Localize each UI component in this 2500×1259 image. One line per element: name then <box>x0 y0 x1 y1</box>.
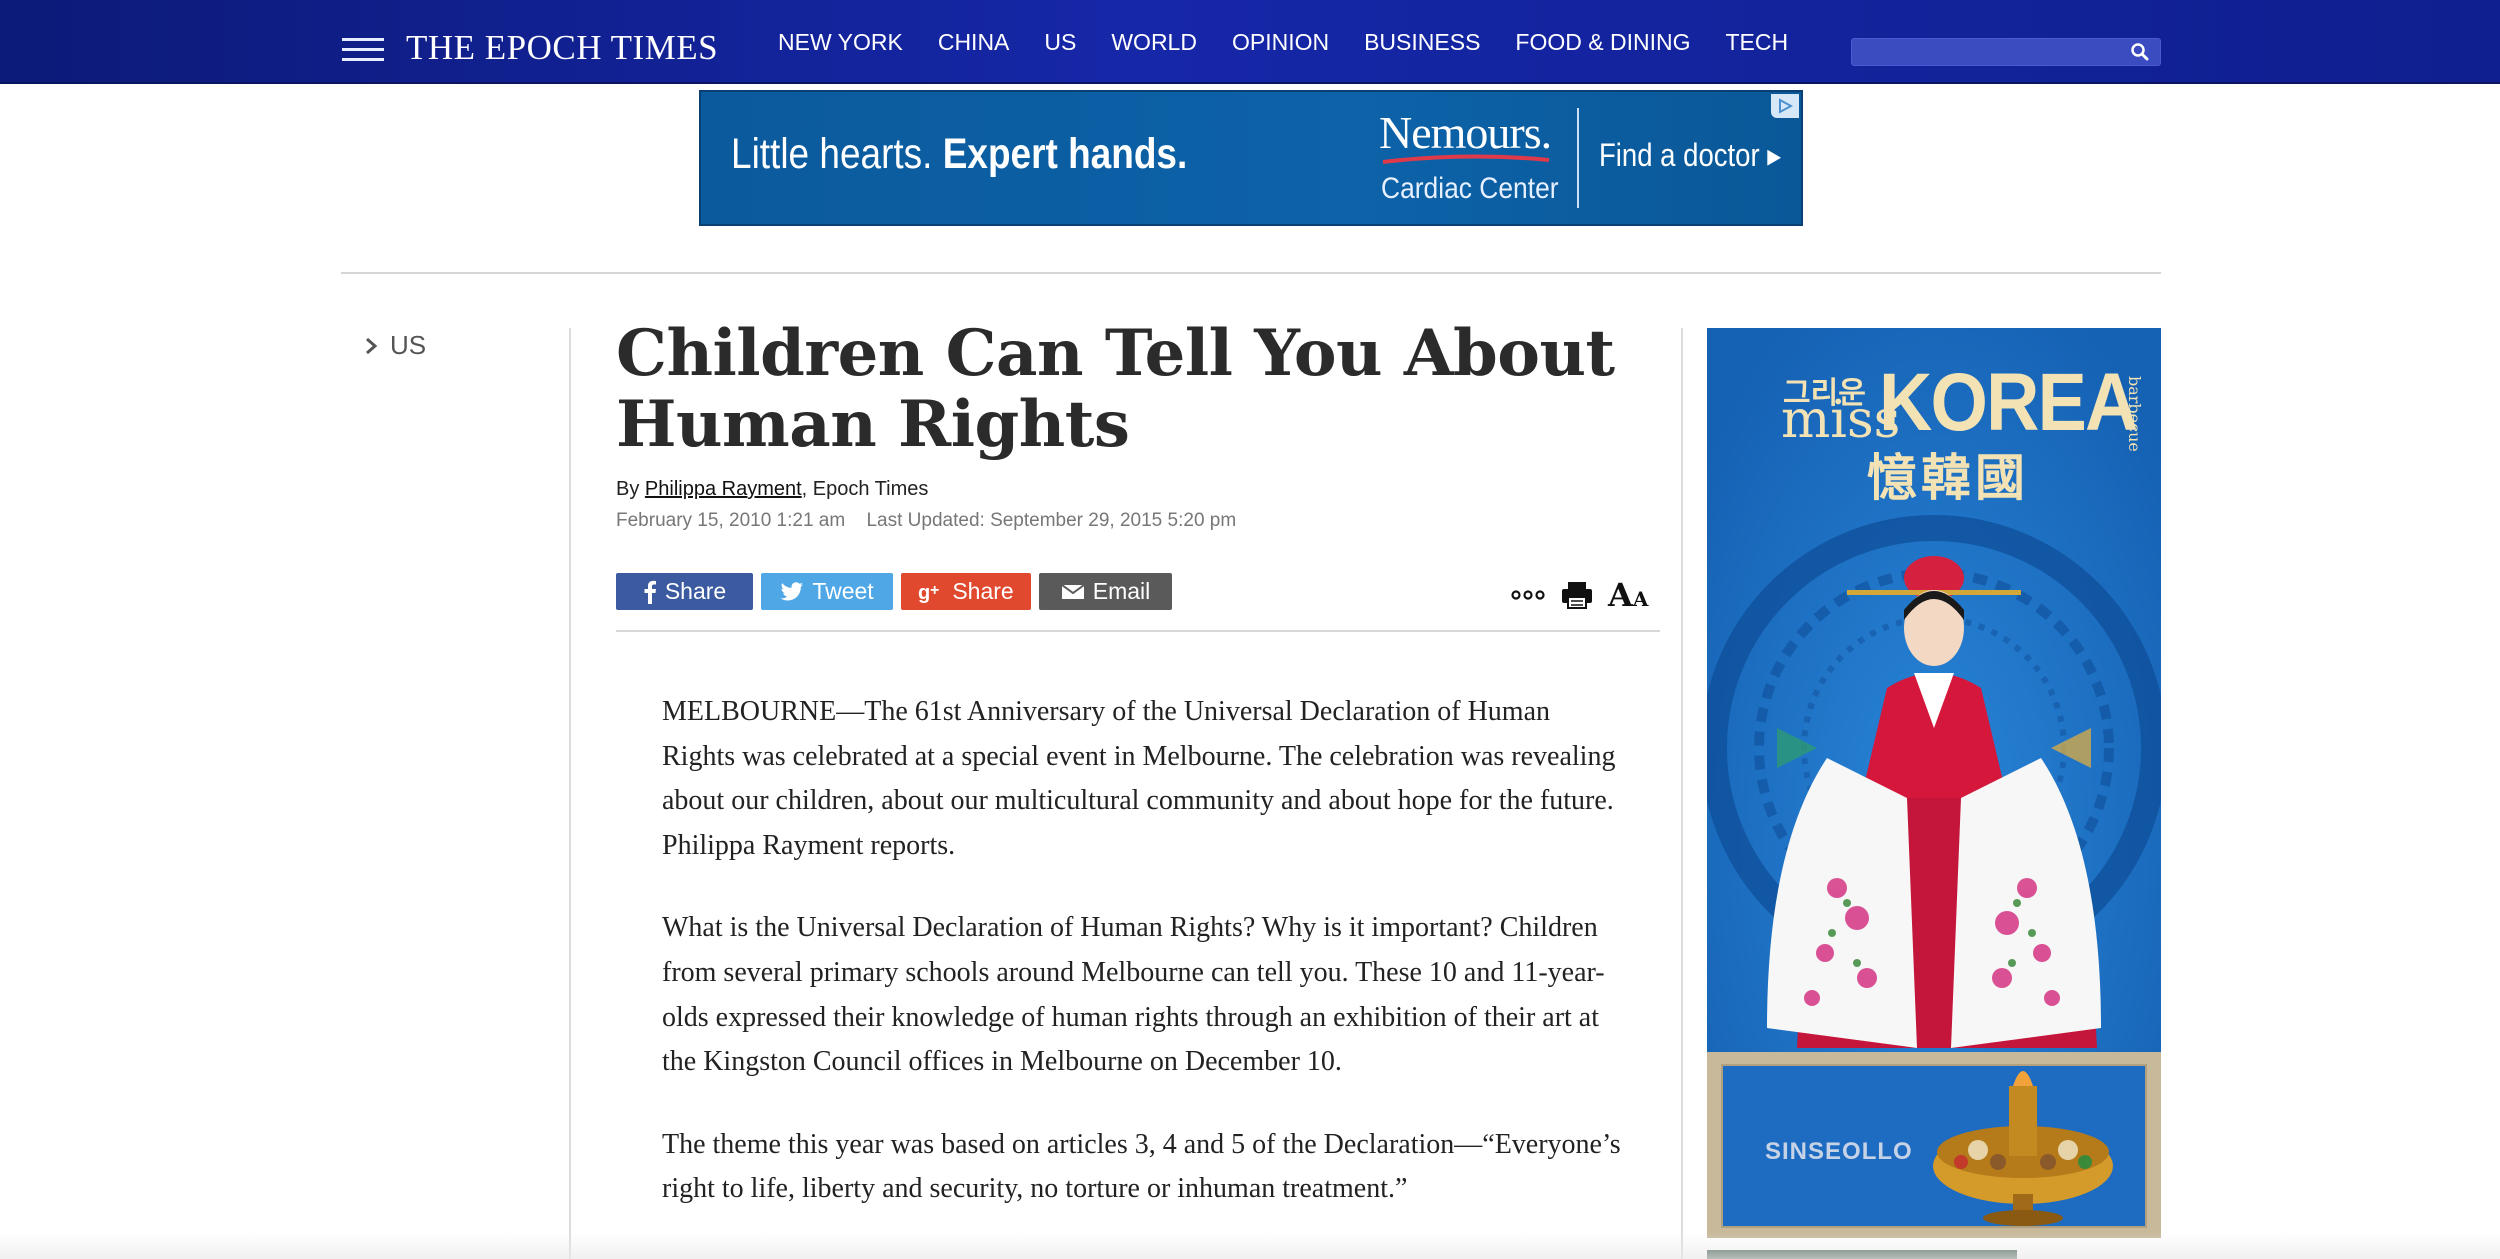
nav-item-business[interactable]: BUSINESS <box>1364 29 1480 56</box>
article-paragraph: What is the Universal Declaration of Hum… <box>662 912 1605 1078</box>
nav-item-us[interactable]: US <box>1044 29 1076 56</box>
ad-tagline-bold: Expert hands. <box>942 130 1188 178</box>
share-buttons: Share Tweet g + Share Email <box>616 573 1180 610</box>
ad-korea-text: KOREA <box>1879 357 2138 448</box>
ad-subtitle: Cardiac Center <box>1381 172 1559 205</box>
sidebar-ad-miss-korea[interactable]: 그리운 miss KOREA barbecue 憶韓國 SINSEOLLO <box>1707 328 2161 1238</box>
nav-item-world[interactable]: WORLD <box>1111 29 1197 56</box>
googleplus-share-button[interactable]: g + Share <box>901 573 1031 610</box>
article-dates: February 15, 2010 1:21 am Last Updated: … <box>616 510 1236 532</box>
share-divider <box>616 630 1660 632</box>
article-tools: AA <box>1510 576 1648 614</box>
updated-date: Last Updated: September 29, 2015 5:20 pm <box>866 510 1237 531</box>
ad-tagline: Little hearts. Expert hands. <box>731 130 1187 179</box>
googleplus-icon: g + <box>918 582 939 603</box>
author-link[interactable]: Philippa Rayment <box>645 478 802 500</box>
top-ad-banner[interactable]: Little hearts. Expert hands. Nemours. Ca… <box>699 90 1803 226</box>
twitter-tweet-button[interactable]: Tweet <box>761 573 893 610</box>
search-box <box>1851 38 2161 66</box>
main-nav: NEW YORK CHINA US WORLD OPINION BUSINESS… <box>778 0 1823 84</box>
font-size-large-icon: A <box>1608 576 1633 614</box>
ad-product-inner: SINSEOLLO <box>1721 1064 2147 1228</box>
email-share-button[interactable]: Email <box>1039 573 1172 610</box>
breadcrumb-label: US <box>390 330 427 360</box>
email-icon <box>1061 583 1085 599</box>
nav-item-tech[interactable]: TECH <box>1725 29 1788 56</box>
ad-choices-icon[interactable] <box>1771 94 1799 118</box>
top-navigation-bar: THE EPOCH TIMES NEW YORK CHINA US WORLD … <box>0 0 2500 84</box>
header-divider <box>341 272 2161 274</box>
font-size-small-icon: A <box>1632 587 1649 611</box>
twitter-icon <box>780 581 804 600</box>
ad-hanja-text: 憶韓國 <box>1867 449 2029 507</box>
nav-item-china[interactable]: CHINA <box>938 29 1010 56</box>
twitter-tweet-label: Tweet <box>812 578 874 604</box>
ad-cta-link[interactable]: Find a doctor ▸ <box>1599 136 1781 174</box>
more-options-icon[interactable] <box>1510 580 1546 610</box>
ad-divider <box>1577 108 1579 208</box>
nav-item-opinion[interactable]: OPINION <box>1232 29 1329 56</box>
published-date: February 15, 2010 1:21 am <box>616 510 846 531</box>
ad-barbecue-text: barbecue <box>2125 376 2144 452</box>
article-paragraph: The theme this year was based on article… <box>662 1128 1621 1205</box>
search-input[interactable] <box>1852 39 2122 65</box>
byline-prefix: By <box>616 478 645 500</box>
ad-product-panel: SINSEOLLO <box>1707 1052 2161 1238</box>
article-title: Children Can Tell You About Human Rights <box>616 316 1615 462</box>
next-ad-thumbnail[interactable] <box>1707 1250 2017 1259</box>
nav-item-food-dining[interactable]: FOOD & DINING <box>1515 29 1690 56</box>
svg-text:g: g <box>918 582 930 603</box>
print-icon[interactable] <box>1560 580 1594 610</box>
email-share-label: Email <box>1092 578 1151 604</box>
menu-icon[interactable] <box>342 38 384 62</box>
nav-item-new-york[interactable]: NEW YORK <box>778 29 903 56</box>
ad-tagline-light: Little hearts. <box>731 130 943 178</box>
article-paragraph: MELBOURNE—The 61st Anniversary of the Un… <box>662 696 1616 861</box>
site-logo[interactable]: THE EPOCH TIMES <box>406 28 718 68</box>
left-column-divider <box>569 328 571 1259</box>
ad-product-name: SINSEOLLO <box>1765 1138 1913 1165</box>
ad-info-icon <box>1779 98 1793 114</box>
chevron-right-icon <box>366 337 378 354</box>
facebook-icon <box>644 580 656 604</box>
facebook-share-button[interactable]: Share <box>616 573 753 610</box>
facebook-share-label: Share <box>664 578 727 604</box>
ad-swoosh-graphic <box>1382 154 1550 164</box>
byline-publication: , Epoch Times <box>801 478 929 500</box>
font-size-toggle[interactable]: AA <box>1608 576 1648 614</box>
byline: By Philippa Rayment, Epoch Times <box>616 478 928 501</box>
ad-brand-logo: Nemours. <box>1379 107 1552 158</box>
search-icon[interactable] <box>2130 42 2150 62</box>
right-column-divider <box>1681 328 1683 1259</box>
breadcrumb[interactable]: US <box>364 330 426 361</box>
googleplus-share-label: Share <box>952 578 1014 604</box>
article-body: MELBOURNE—The 61st Anniversary of the Un… <box>662 690 1622 1250</box>
svg-text:+: + <box>930 582 939 599</box>
